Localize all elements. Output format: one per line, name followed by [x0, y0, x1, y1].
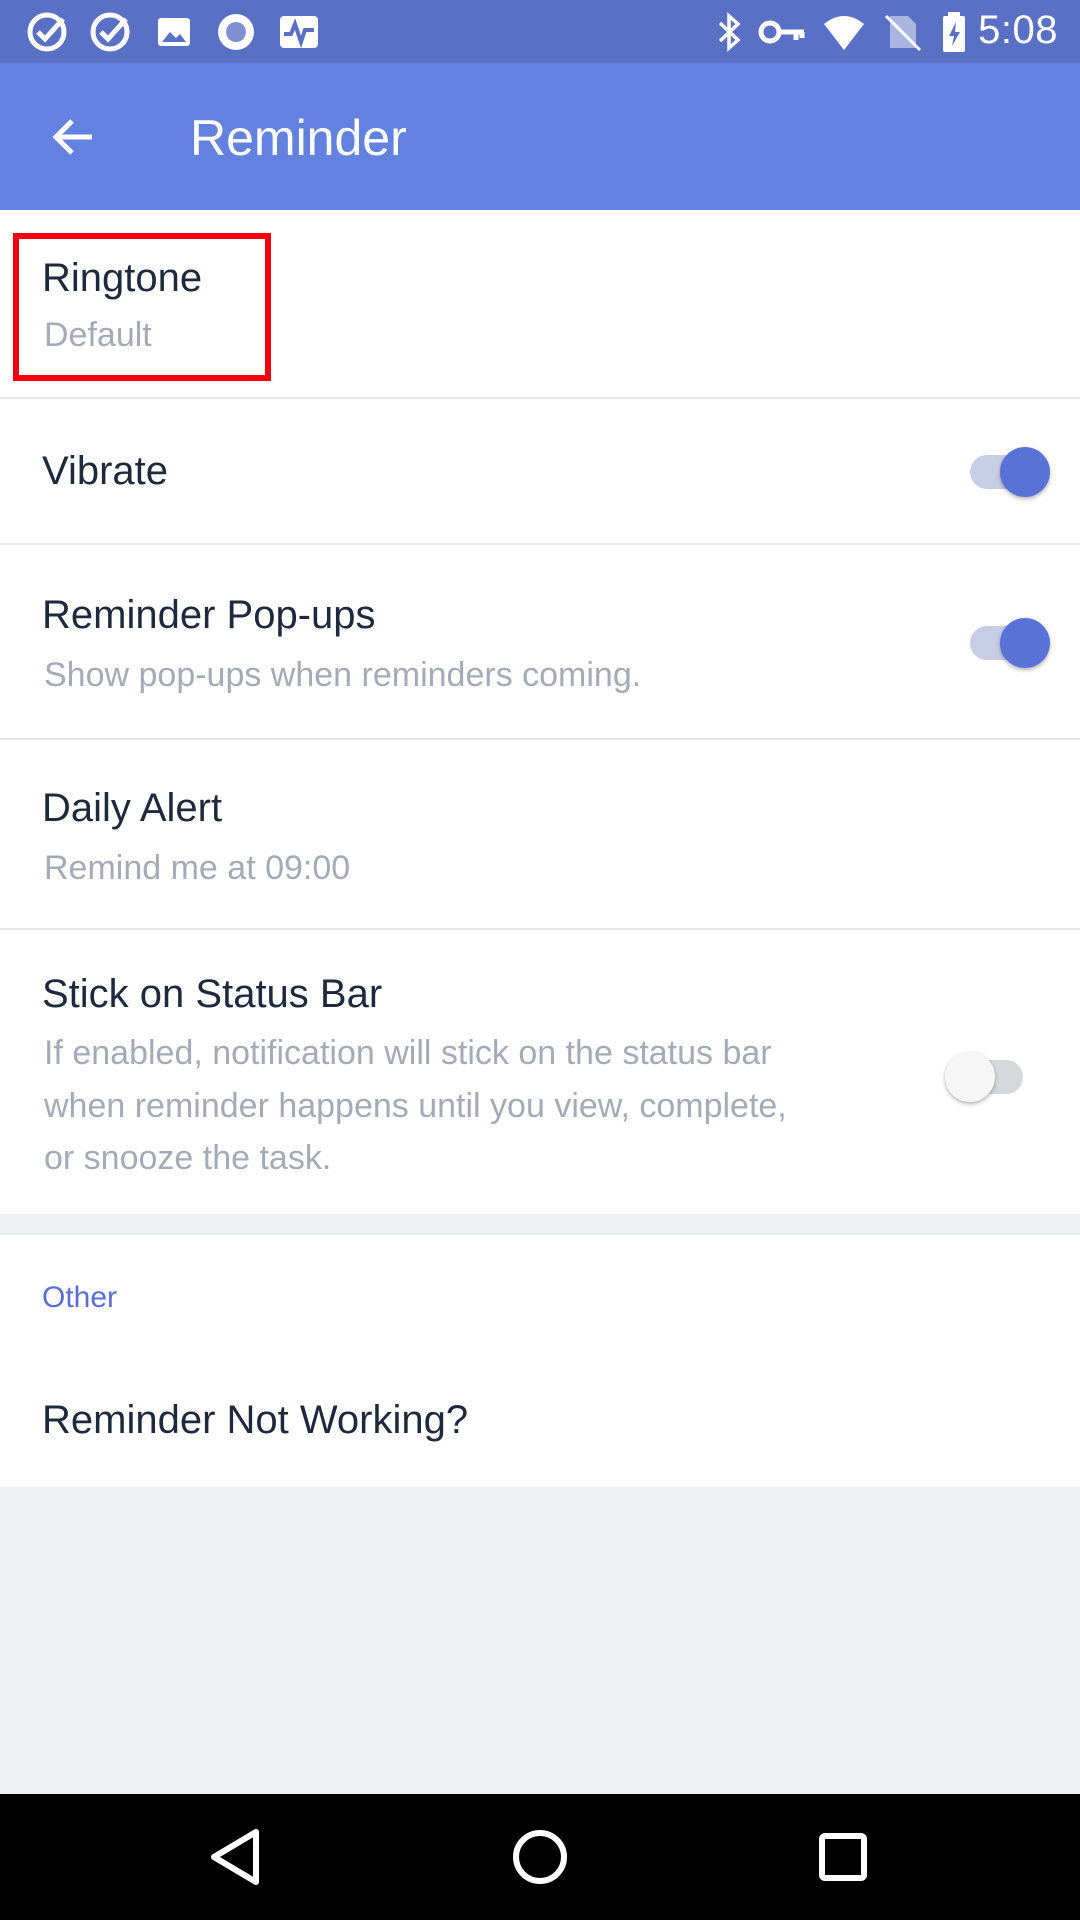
record-icon: [218, 14, 254, 50]
toggle-thumb: [945, 1052, 995, 1102]
ringtone-value: Default: [44, 316, 152, 354]
stick-status-bar-setting[interactable]: Stick on Status Bar If enabled, notifica…: [0, 930, 1080, 1214]
check-circle-icon: [90, 12, 130, 52]
nav-home-icon[interactable]: [505, 1822, 575, 1892]
toggle-thumb: [1000, 447, 1050, 497]
toggle-thumb: [1000, 618, 1050, 668]
ringtone-setting[interactable]: Ringtone Default: [0, 210, 1080, 399]
other-section: Other Reminder Not Working?: [0, 1235, 1080, 1487]
battery-icon: [943, 12, 965, 52]
reminder-not-working-title: Reminder Not Working?: [42, 1398, 469, 1442]
stick-status-bar-title: Stick on Status Bar: [42, 972, 383, 1016]
reminder-not-working-item[interactable]: Reminder Not Working?: [0, 1360, 1080, 1487]
vibrate-title: Vibrate: [42, 449, 169, 493]
stick-status-bar-toggle[interactable]: [945, 1046, 1035, 1106]
stick-status-bar-description-line-2: when reminder happens until you view, co…: [44, 1087, 787, 1125]
no-sim-icon: [884, 14, 922, 52]
nav-back-icon[interactable]: [200, 1822, 270, 1892]
status-bar: 5:08: [0, 0, 1080, 63]
popups-toggle[interactable]: [960, 612, 1050, 672]
section-header-other: Other: [42, 1281, 118, 1314]
daily-alert-setting[interactable]: Daily Alert Remind me at 09:00: [0, 740, 1080, 930]
vibrate-setting[interactable]: Vibrate: [0, 399, 1080, 545]
key-icon: [758, 20, 805, 44]
stick-status-bar-description-line-3: or snooze the task.: [44, 1139, 332, 1177]
daily-alert-time: Remind me at 09:00: [44, 849, 351, 887]
stick-status-bar-description-line-1: If enabled, notification will stick on t…: [44, 1034, 772, 1072]
image-icon: [158, 18, 190, 46]
nav-recents-icon[interactable]: [808, 1822, 878, 1892]
navigation-bar: [0, 1794, 1080, 1920]
page-title: Reminder: [190, 110, 407, 166]
popups-description: Show pop-ups when reminders coming.: [44, 656, 642, 694]
bluetooth-icon: [718, 12, 741, 52]
activity-icon: [280, 16, 318, 49]
check-circle-icon: [27, 12, 67, 52]
back-arrow-icon[interactable]: [48, 112, 98, 162]
popups-setting[interactable]: Reminder Pop-ups Show pop-ups when remin…: [0, 545, 1080, 740]
popups-title: Reminder Pop-ups: [42, 593, 376, 637]
status-time: 5:08: [978, 8, 1058, 52]
wifi-icon: [824, 16, 864, 50]
app-toolbar: Reminder: [0, 63, 1080, 210]
daily-alert-title: Daily Alert: [42, 786, 223, 830]
ringtone-title: Ringtone: [42, 256, 203, 300]
vibrate-toggle[interactable]: [960, 441, 1050, 501]
